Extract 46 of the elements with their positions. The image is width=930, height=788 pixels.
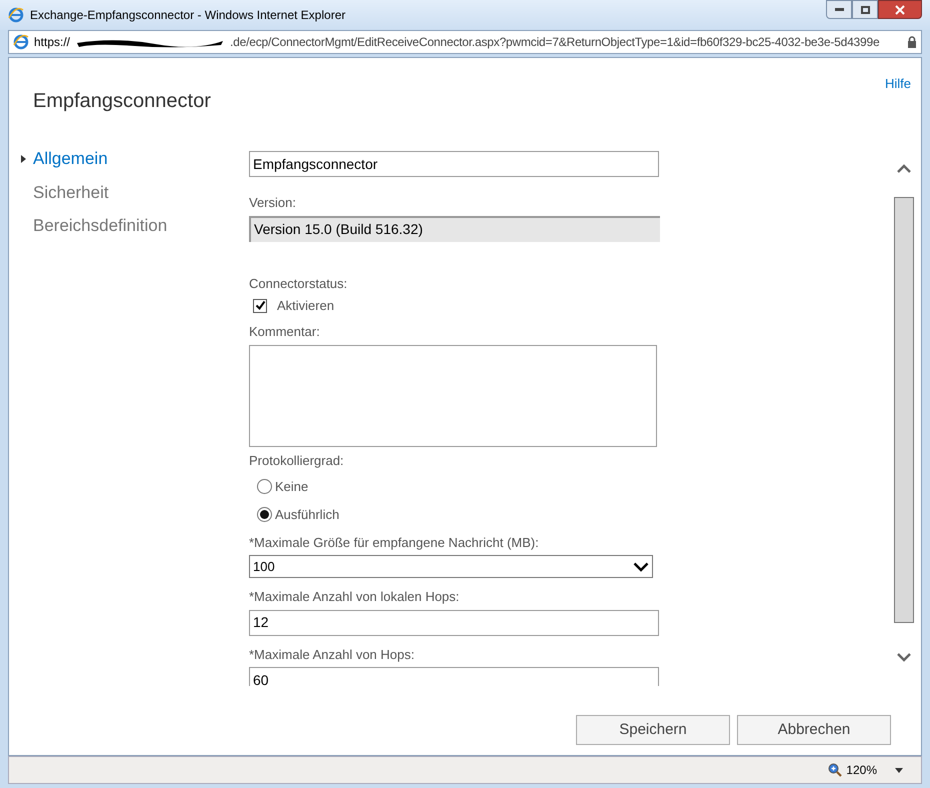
close-icon (895, 4, 905, 14)
nav-item[interactable]: Sicherheit (21, 180, 249, 205)
dialog-button[interactable]: Speichern (576, 715, 730, 745)
size-dropdown[interactable]: 100 (249, 555, 653, 578)
zoom-level[interactable]: 120% (846, 761, 877, 779)
text-field[interactable]: 60 (249, 667, 659, 686)
zoom-icon (828, 763, 842, 777)
checkbox[interactable] (253, 298, 267, 313)
nav-item[interactable]: Bereichsdefinition (21, 213, 249, 238)
help-link[interactable]: Hilfe (884, 74, 911, 116)
radio-label: Ausführlich (275, 506, 340, 524)
checkbox-label: Aktivieren (277, 297, 334, 315)
text-field[interactable]: Empfangsconnector (249, 151, 659, 177)
scroll-up-icon[interactable] (897, 164, 911, 173)
dropdown-arrow-icon[interactable] (895, 768, 903, 772)
comment-field[interactable] (249, 345, 657, 447)
text-field[interactable]: 12 (249, 610, 659, 636)
chevron-down-icon (633, 562, 649, 572)
restore-button[interactable] (852, 0, 878, 19)
version-field: Version 15.0 (Build 516.32) (249, 216, 660, 242)
radio-label: Keine (275, 478, 308, 496)
minimize-button[interactable] (826, 0, 852, 19)
field-label: Connectorstatus: (249, 274, 348, 292)
field-label: Version: (249, 194, 297, 212)
radio-button[interactable] (257, 478, 272, 494)
field-label: *Maximale Größe für empfangene Nachricht (MB): (249, 534, 540, 552)
nav-item[interactable]: Allgemein (21, 146, 249, 172)
url-scheme: https:// (34, 34, 70, 51)
radio-button[interactable] (257, 507, 272, 522)
dialog-button[interactable]: Abbrechen (737, 715, 891, 745)
check-icon (254, 300, 266, 312)
field-label: *Maximale Anzahl von Hops: (249, 646, 416, 664)
lock-icon (907, 36, 917, 48)
browser-logo-icon (8, 7, 24, 23)
page-title: Empfangsconnector (33, 89, 211, 114)
window-title: Exchange-Empfangsconnector - Windows Internet Explorer (30, 7, 346, 24)
close-button[interactable] (878, 0, 922, 19)
field-label: Kommentar: (249, 322, 321, 340)
browser-logo-icon (13, 34, 29, 50)
scrollbar-thumb[interactable] (894, 197, 914, 623)
scroll-down-icon[interactable] (897, 653, 911, 662)
address-bar[interactable]: https:// .de/ecp/ConnectorMgmt/EditReceiveConnector.aspx?pwmcid=7&ReturnObjectType=1&id=fb60f329-bc25-4032-be3e-5d4399e (8, 30, 922, 54)
caret-icon (21, 154, 26, 163)
url-text: .de/ecp/ConnectorMgmt/EditReceiveConnector.aspx?pwmcid=7&ReturnObjectType=1&id=fb60f329-bc25-4032-be3e-5d4399e (230, 34, 880, 51)
field-label: *Maximale Anzahl von lokalen Hops: (249, 588, 460, 606)
field-label: Protokolliergrad: (249, 452, 345, 470)
